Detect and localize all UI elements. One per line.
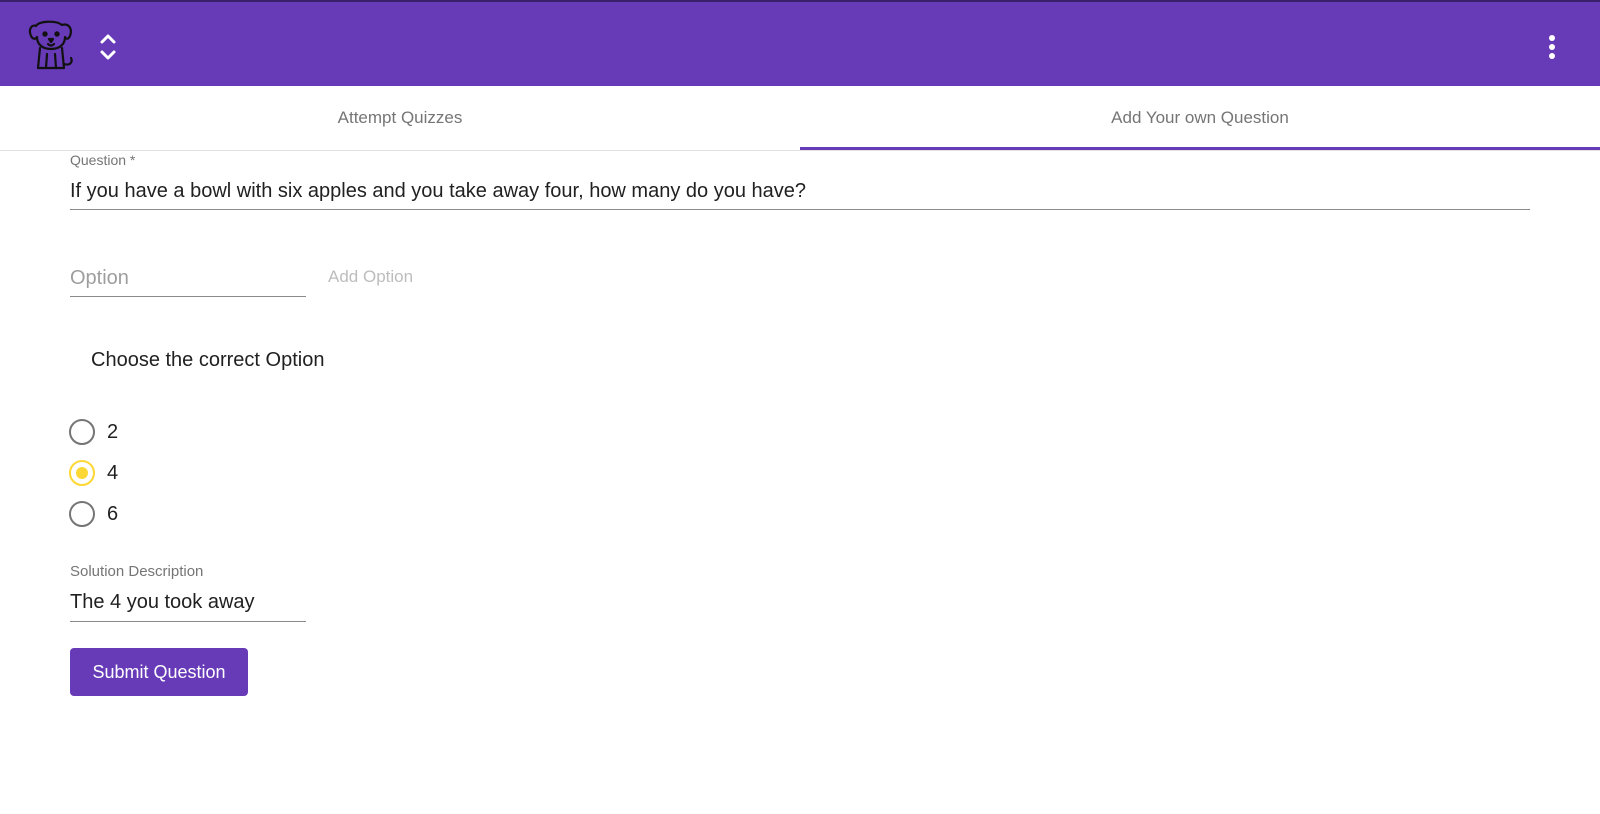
tab-attempt-quizzes[interactable]: Attempt Quizzes xyxy=(0,86,800,150)
more-vert-icon[interactable] xyxy=(1538,32,1566,64)
radio-option-6[interactable]: 6 xyxy=(69,500,118,528)
radio-option-label: 6 xyxy=(107,502,119,525)
solution-description-label: Solution Description xyxy=(70,563,204,580)
add-option-button[interactable]: Add Option xyxy=(328,267,413,287)
radio-button[interactable] xyxy=(69,501,95,527)
option-input[interactable] xyxy=(70,260,306,297)
question-label: Question * xyxy=(70,152,136,168)
tab-bar: Attempt Quizzes Add Your own Question xyxy=(0,86,1600,151)
solution-description-input[interactable] xyxy=(70,584,306,622)
tab-add-your-own-question[interactable]: Add Your own Question xyxy=(800,86,1600,150)
choose-correct-option-label: Choose the correct Option xyxy=(91,349,325,371)
radio-button-selected[interactable] xyxy=(69,460,95,486)
question-input[interactable] xyxy=(70,174,1530,210)
radio-option-label: 2 xyxy=(107,420,119,443)
radio-option-2[interactable]: 2 xyxy=(69,418,118,446)
radio-option-4[interactable]: 4 xyxy=(69,459,118,487)
unfold-more-icon[interactable] xyxy=(96,32,120,62)
puppy-logo-icon xyxy=(26,18,76,74)
active-tab-indicator xyxy=(800,147,1600,150)
submit-question-button[interactable]: Submit Question xyxy=(70,648,248,696)
radio-button[interactable] xyxy=(69,419,95,445)
radio-option-label: 4 xyxy=(107,461,119,484)
app-toolbar xyxy=(0,0,1600,86)
